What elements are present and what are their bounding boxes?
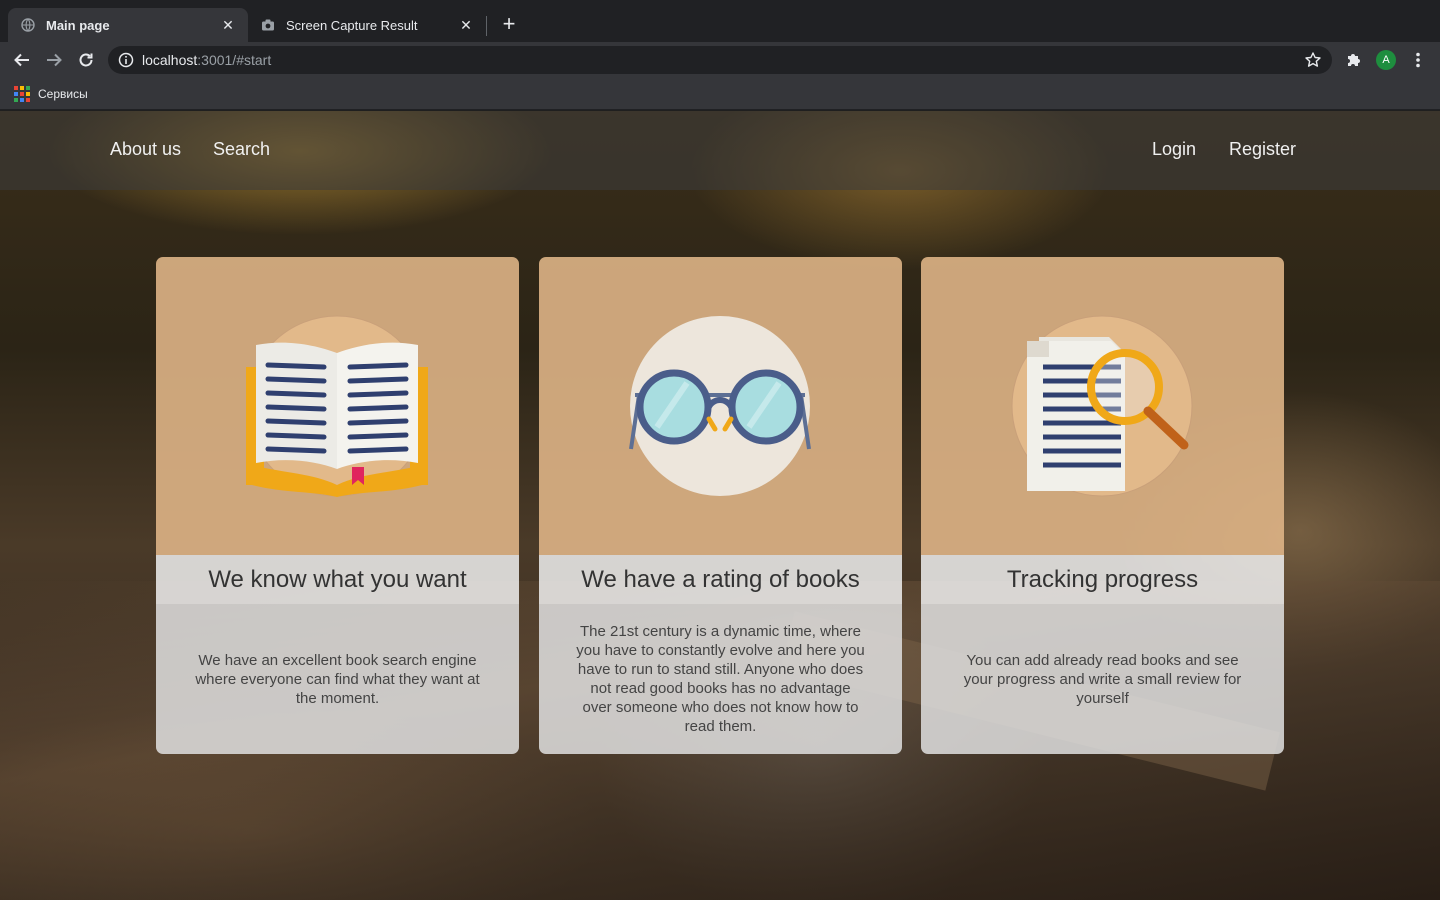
tab-close-button[interactable]: ✕ xyxy=(458,17,474,33)
card-text: We have an excellent book search engine … xyxy=(195,651,480,707)
tab-main-page[interactable]: Main page ✕ xyxy=(8,8,248,42)
arrow-right-icon xyxy=(47,53,62,67)
address-bar[interactable]: localhost:3001/#start xyxy=(108,46,1332,74)
bookmarks-bar: Сервисы xyxy=(0,78,1440,110)
feature-card: Tracking progress You can add already re… xyxy=(921,257,1284,754)
nav-about-us[interactable]: About us xyxy=(110,139,181,160)
tab-close-button[interactable]: ✕ xyxy=(220,17,236,33)
card-body: The 21st century is a dynamic time, wher… xyxy=(539,604,902,754)
card-image-area xyxy=(539,257,902,555)
browser-toolbar: localhost:3001/#start A xyxy=(0,42,1440,78)
arrow-left-icon xyxy=(14,53,29,67)
profile-avatar[interactable]: A xyxy=(1376,50,1396,70)
reload-button[interactable] xyxy=(74,48,98,72)
browser-tab-strip: Main page ✕ Screen Capture Result ✕ + xyxy=(0,0,1440,42)
bookmark-star-icon[interactable] xyxy=(1304,51,1322,69)
feature-card: We have a rating of books The 21st centu… xyxy=(539,257,902,754)
card-body: You can add already read books and see y… xyxy=(921,604,1284,754)
globe-icon xyxy=(20,17,36,33)
tab-title: Main page xyxy=(46,17,110,33)
document-magnifier-icon xyxy=(1011,315,1193,497)
more-vertical-icon[interactable] xyxy=(1408,50,1428,70)
puzzle-extensions-icon[interactable] xyxy=(1344,50,1364,70)
nav-register[interactable]: Register xyxy=(1229,139,1296,160)
apps-grid-icon[interactable] xyxy=(14,85,30,102)
card-text: The 21st century is a dynamic time, wher… xyxy=(576,623,865,735)
info-icon[interactable] xyxy=(118,52,134,68)
card-image-area xyxy=(156,257,519,555)
feature-card: We know what you want We have an excelle… xyxy=(156,257,519,754)
card-heading: We know what you want xyxy=(156,555,519,604)
tab-title: Screen Capture Result xyxy=(286,17,418,33)
card-heading: Tracking progress xyxy=(921,555,1284,604)
card-body: We have an excellent book search engine … xyxy=(156,604,519,754)
glasses-icon xyxy=(629,316,811,496)
camera-icon xyxy=(260,17,276,33)
card-text: You can add already read books and see y… xyxy=(963,651,1242,707)
new-tab-button[interactable]: + xyxy=(497,13,521,37)
nav-search[interactable]: Search xyxy=(213,139,270,160)
card-image-area xyxy=(921,257,1284,555)
back-button[interactable] xyxy=(10,48,34,72)
tab-screen-capture[interactable]: Screen Capture Result ✕ xyxy=(248,8,486,42)
card-heading: We have a rating of books xyxy=(539,555,902,604)
forward-button[interactable] xyxy=(42,48,66,72)
site-navbar: About us Search Login Register xyxy=(0,111,1440,190)
nav-login[interactable]: Login xyxy=(1152,139,1196,160)
open-book-icon xyxy=(246,315,428,497)
url-host: localhost xyxy=(142,52,198,68)
url-text: localhost:3001/#start xyxy=(142,52,1304,68)
reload-icon xyxy=(79,53,93,67)
url-path: :3001/#start xyxy=(197,52,272,68)
page-content: About us Search Login Register We know w… xyxy=(0,111,1440,900)
bookmark-services[interactable]: Сервисы xyxy=(38,87,88,101)
tab-separator xyxy=(486,16,487,36)
